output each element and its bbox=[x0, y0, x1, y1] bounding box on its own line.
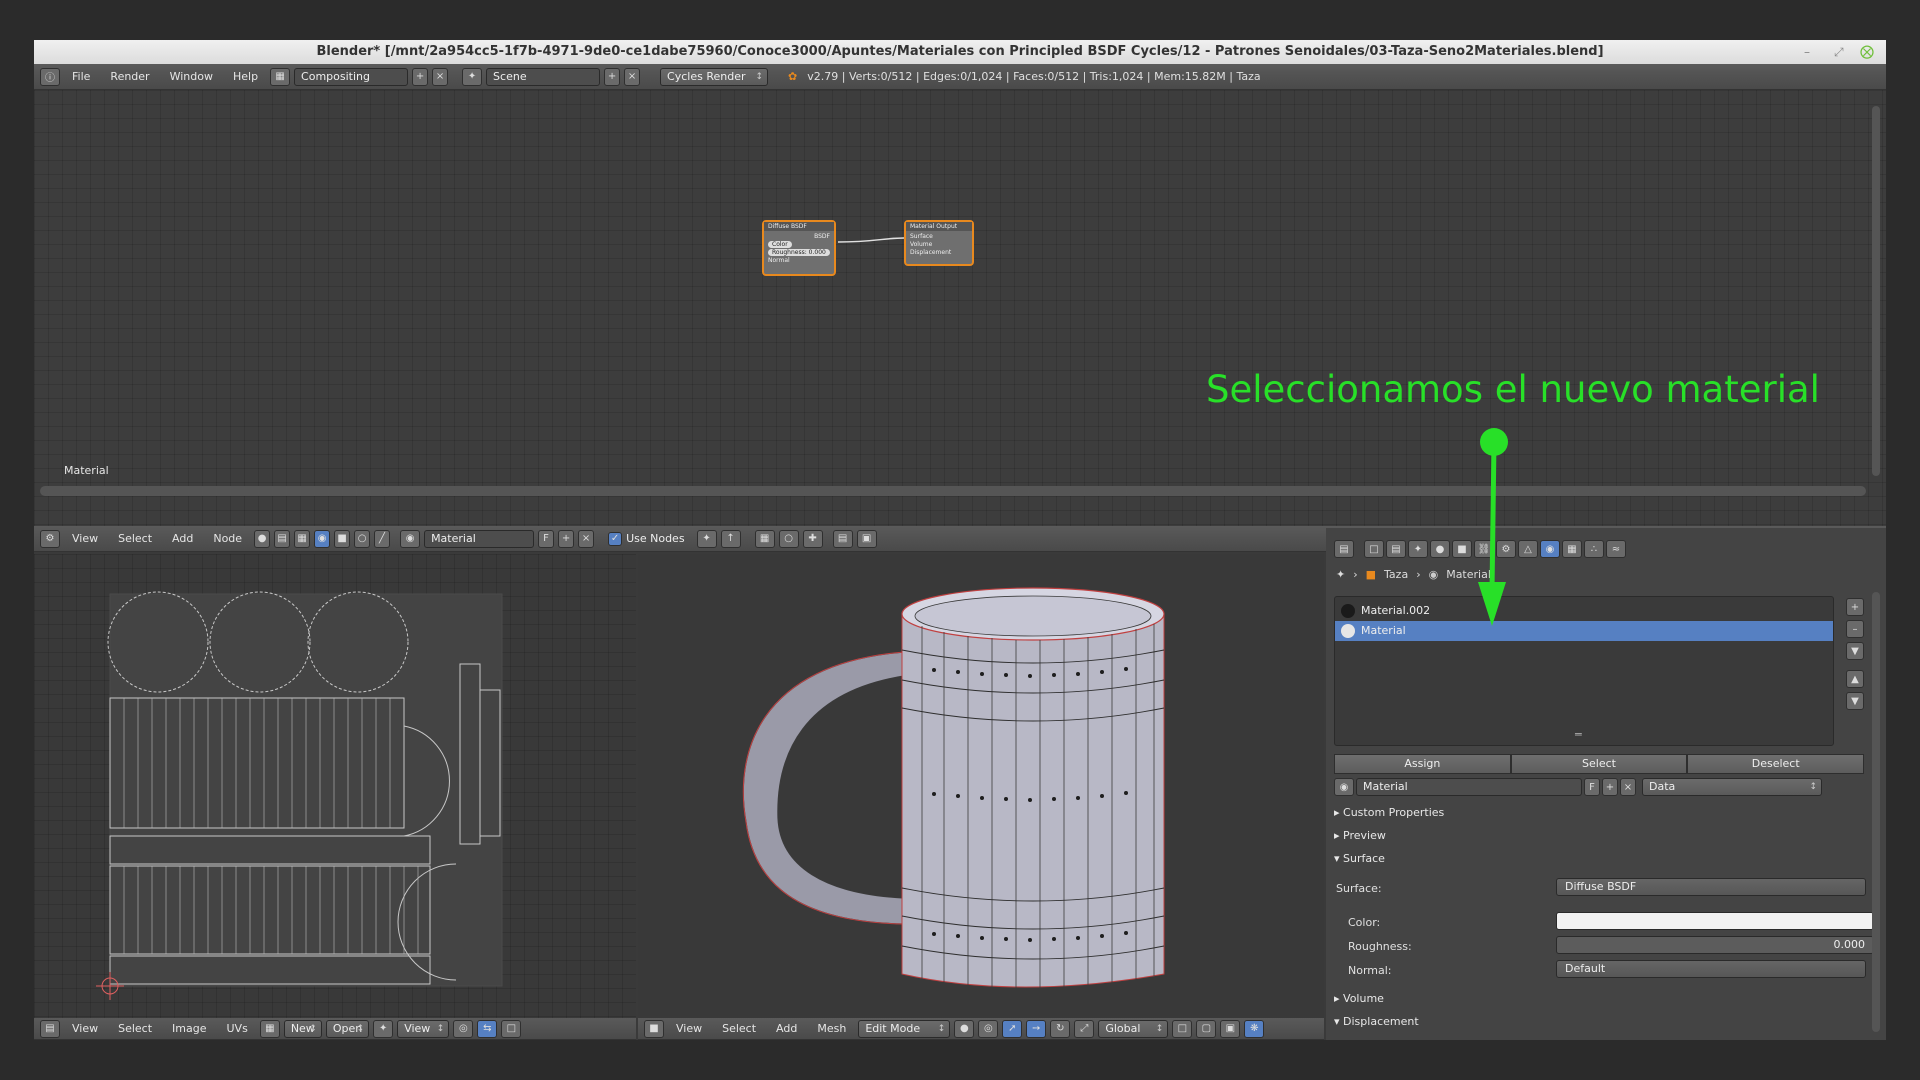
annotation-arrow bbox=[1478, 428, 1508, 626]
